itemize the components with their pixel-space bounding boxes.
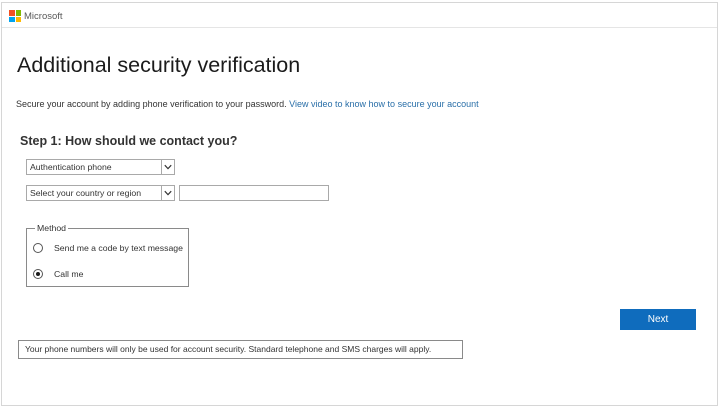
phone-number-input[interactable] bbox=[179, 185, 329, 201]
text-message-label: Send me a code by text message bbox=[54, 243, 183, 253]
next-button[interactable]: Next bbox=[620, 309, 696, 330]
method-option-text[interactable]: Send me a code by text message bbox=[33, 243, 183, 253]
call-me-radio[interactable] bbox=[33, 269, 43, 279]
text-message-radio[interactable] bbox=[33, 243, 43, 253]
microsoft-logo-icon bbox=[9, 10, 21, 22]
header-divider bbox=[2, 27, 717, 28]
video-link[interactable]: View video to know how to secure your ac… bbox=[289, 99, 478, 109]
brand-name: Microsoft bbox=[24, 10, 63, 22]
step-heading: Step 1: How should we contact you? bbox=[20, 134, 238, 148]
method-legend: Method bbox=[35, 223, 68, 233]
chevron-down-icon[interactable] bbox=[161, 186, 174, 200]
page-title: Additional security verification bbox=[17, 53, 301, 77]
contact-method-value: Authentication phone bbox=[30, 162, 112, 172]
header: Microsoft bbox=[9, 9, 63, 23]
intro-text: Secure your account by adding phone veri… bbox=[16, 99, 479, 109]
chevron-down-icon[interactable] bbox=[161, 160, 174, 174]
intro-text-body: Secure your account by adding phone veri… bbox=[16, 99, 290, 109]
privacy-notice: Your phone numbers will only be used for… bbox=[18, 340, 463, 359]
contact-method-select[interactable]: Authentication phone bbox=[26, 159, 175, 175]
call-me-label: Call me bbox=[54, 269, 84, 279]
country-select[interactable]: Select your country or region bbox=[26, 185, 175, 201]
method-group: Method Send me a code by text message Ca… bbox=[26, 223, 189, 287]
method-option-call[interactable]: Call me bbox=[33, 269, 83, 279]
country-value: Select your country or region bbox=[30, 188, 142, 198]
